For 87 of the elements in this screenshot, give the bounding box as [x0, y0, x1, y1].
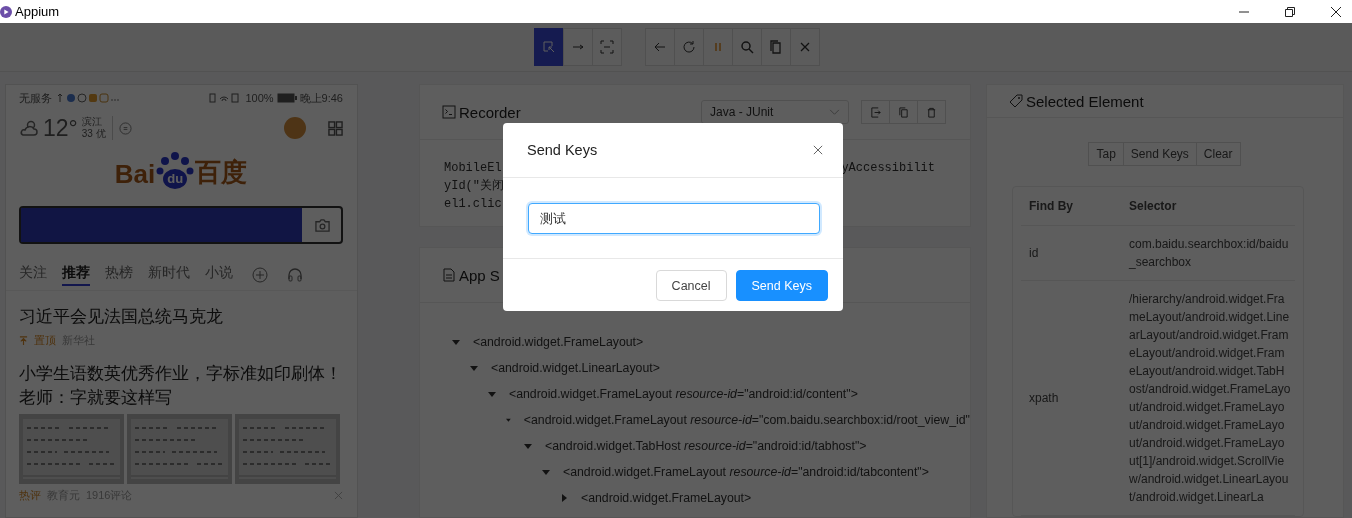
close-icon[interactable]: [1330, 5, 1342, 18]
code-text: el1.clic: [444, 196, 502, 213]
table-cell-text: com.baidu.searchbox:id/baidu_searchbox: [1129, 236, 1290, 271]
panel-title: Recorder: [459, 103, 521, 121]
table-cell-text: id: [1028, 246, 1040, 260]
dismiss-icon[interactable]: [334, 491, 343, 500]
tree-node[interactable]: <android.widget.FrameLayout>: [473, 335, 644, 349]
cursor-select-icon: [541, 40, 556, 54]
swipe-mode-button[interactable]: [562, 28, 593, 66]
caret-icon[interactable]: [470, 364, 478, 372]
copy-button[interactable]: [760, 28, 791, 66]
clock-text: 晚上9:46: [299, 90, 343, 106]
tree-node[interactable]: <android.widget.FrameLayout resource-id="android:id/content">: [509, 387, 858, 401]
tag-icon: [1009, 94, 1023, 108]
back-button[interactable]: [644, 28, 675, 66]
code-text: MobileEl: [444, 160, 502, 177]
file-icon: [442, 268, 456, 282]
tree-node[interactable]: <android.widget.FrameLayout>: [581, 491, 752, 505]
caret-icon[interactable]: [452, 338, 460, 346]
air-quality-text: 33 优: [81, 128, 106, 140]
trash-icon: [926, 106, 937, 118]
clear-button[interactable]: Clear: [1195, 142, 1241, 166]
column-header: Selector: [1129, 198, 1178, 215]
caret-icon[interactable]: [524, 442, 532, 450]
code-text: yId("关闭: [444, 178, 504, 195]
back-arrow-icon: [652, 40, 667, 54]
table-cell-text: xpath: [1028, 391, 1060, 405]
window-title: Appium: [15, 4, 60, 19]
search-icon: [739, 40, 754, 54]
add-icon[interactable]: [252, 267, 268, 283]
circle-badge-icon: [118, 121, 132, 135]
cancel-button[interactable]: Cancel: [655, 270, 727, 301]
code-text: yAccessibilit: [841, 160, 935, 177]
pause-button[interactable]: [702, 28, 733, 66]
news-headline[interactable]: 小学生语数英优秀作业，字标准如印刷体！老师：字就要这样写: [19, 362, 343, 410]
battery-percent: 100%: [245, 92, 274, 104]
caret-icon[interactable]: [560, 494, 568, 502]
send-keys-button[interactable]: Send Keys: [1122, 142, 1197, 166]
avatar-icon[interactable]: [284, 117, 306, 139]
export-button[interactable]: [861, 100, 890, 124]
caret-icon[interactable]: [488, 390, 496, 398]
headphones-icon[interactable]: [287, 267, 303, 283]
column-header: Find By: [1028, 199, 1074, 213]
quit-button[interactable]: [789, 28, 820, 66]
caret-icon[interactable]: [506, 416, 511, 424]
panel-title: App S: [459, 266, 500, 284]
news-headline[interactable]: 习近平会见法国总统马克龙: [19, 305, 343, 329]
text-input[interactable]: 测试: [528, 203, 820, 234]
status-icons-drawing: [57, 93, 119, 103]
news-tag: 热评: [19, 488, 41, 503]
news-tag: 置顶: [34, 333, 56, 348]
paw-logo: du: [155, 150, 196, 190]
copy-icon: [898, 106, 909, 118]
search-button[interactable]: [731, 28, 762, 66]
refresh-icon: [681, 40, 696, 54]
refresh-button[interactable]: [673, 28, 704, 66]
pin-icon: [19, 336, 28, 345]
search-box[interactable]: [19, 206, 343, 244]
tree-node[interactable]: <android.widget.FrameLayout resource-id="android:id/tabcontent">: [563, 465, 929, 479]
tap-mode-button[interactable]: [591, 28, 622, 66]
logo-text: Bai: [114, 159, 156, 190]
cloud-sun-icon: [19, 119, 39, 137]
restore-icon[interactable]: [1284, 5, 1296, 18]
export-icon: [870, 106, 881, 118]
temperature-text: 12°: [43, 114, 78, 142]
tree-node[interactable]: <android.widget.FrameLayout resource-id="com.baidu.searchbox:id/root_view_id": [523, 413, 970, 427]
tree-node[interactable]: <android.widget.TabHost resource-id="android:id/tabhost">: [545, 439, 867, 453]
frame-corners-icon: [599, 40, 614, 54]
terminal-icon: [442, 105, 456, 119]
table-cell-text: /hierarchy/android.widget.FrameLayout/android.widget.LinearLayout/android.widget.FrameLayout/android.widget.FrameLayout/android.widget.TabHost/android.widget.FrameLayout/android.widget.FrameLayout/android.widget.FrameLayout/android.widget.FrameLayout[1]/android.widget.ScrollView/android.widget.LinearLayout/android.widget.LinearLa: [1129, 291, 1291, 506]
logo-text: 百度: [195, 156, 248, 189]
tap-button[interactable]: Tap: [1088, 142, 1124, 166]
send-keys-button[interactable]: Send Keys: [735, 270, 828, 301]
dialog-title: Send Keys: [527, 142, 598, 158]
battery-icon: [276, 93, 297, 103]
tree-node[interactable]: <android.widget.LinearLayout>: [491, 361, 660, 375]
copy-icon: [768, 40, 783, 54]
chevron-down-icon: [829, 108, 840, 116]
select-mode-button[interactable]: [533, 28, 564, 66]
channel-tab[interactable]: 推荐: [62, 264, 90, 286]
delete-button[interactable]: [917, 100, 946, 124]
panel-title: Selected Element: [1026, 92, 1144, 110]
caret-icon[interactable]: [542, 468, 550, 476]
channel-tab[interactable]: 热榜: [105, 264, 133, 286]
grid-icon[interactable]: [328, 120, 343, 136]
camera-icon[interactable]: [314, 217, 331, 233]
copy-button[interactable]: [889, 100, 918, 124]
